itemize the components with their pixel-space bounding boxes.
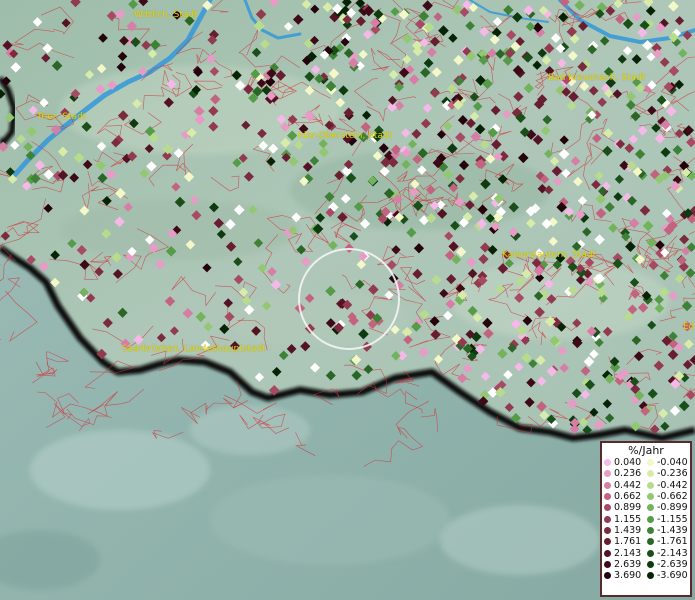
- legend: %/Jahr 0.040 0.236 0.442 0.662 0.899 1.155 1.4…: [600, 441, 692, 597]
- legend-value: 0.040: [614, 457, 642, 469]
- legend-value: -0.040: [657, 457, 688, 469]
- legend-row: 1.439: [604, 525, 647, 536]
- legend-row: -0.899: [647, 502, 690, 513]
- legend-swatch-icon: [604, 526, 611, 534]
- legend-value: -0.662: [657, 491, 688, 503]
- legend-row: -3.690: [647, 570, 690, 581]
- legend-swatch-icon: [647, 526, 654, 534]
- legend-swatch-icon: [647, 493, 654, 501]
- legend-row: 2.639: [604, 559, 647, 570]
- legend-value: -1.439: [657, 524, 688, 536]
- city-label-idar-oberstein: Idar-Oberstein, Stadt: [298, 131, 393, 141]
- legend-swatch-icon: [604, 481, 611, 489]
- legend-value: 1.155: [614, 513, 642, 525]
- legend-swatch-icon: [604, 538, 611, 546]
- legend-row: 3.690: [604, 570, 647, 581]
- city-label-trier: Trier, Stadt: [37, 112, 87, 122]
- legend-swatch-icon: [647, 470, 654, 478]
- legend-value: -3.690: [657, 570, 688, 582]
- legend-row: 0.899: [604, 502, 647, 513]
- legend-swatch-icon: [647, 538, 654, 546]
- legend-row: -1.439: [647, 525, 690, 536]
- legend-row: -1.155: [647, 513, 690, 525]
- legend-row: 0.236: [604, 468, 647, 479]
- legend-row: 2.143: [604, 547, 647, 559]
- legend-positive-column: 0.040 0.236 0.442 0.662 0.899 1.155 1.439 1.761…: [604, 457, 647, 581]
- legend-value: 0.236: [614, 468, 642, 480]
- legend-value: -0.899: [657, 502, 688, 514]
- legend-row: -0.662: [647, 491, 690, 502]
- legend-swatch-icon: [647, 504, 654, 512]
- legend-swatch-icon: [604, 560, 611, 568]
- legend-value: -0.236: [657, 468, 688, 480]
- legend-swatch-icon: [647, 549, 654, 557]
- city-label-kaiserslautern: Kaiserslautern, Stadt: [502, 250, 597, 260]
- city-label-wittlich: Wittlich, Stadt: [134, 10, 198, 20]
- legend-value: 3.690: [614, 570, 642, 582]
- legend-swatch-icon: [604, 549, 611, 557]
- legend-swatch-icon: [647, 481, 654, 489]
- legend-row: 0.442: [604, 480, 647, 491]
- legend-swatch-icon: [604, 515, 611, 523]
- city-label-ed: Ed: [683, 322, 695, 332]
- legend-swatch-icon: [604, 470, 611, 478]
- legend-row: -2.639: [647, 559, 690, 570]
- map-canvas[interactable]: [0, 0, 695, 600]
- legend-row: -0.442: [647, 480, 690, 491]
- legend-swatch-icon: [647, 459, 654, 467]
- legend-value: 2.639: [614, 558, 642, 570]
- legend-swatch-icon: [647, 560, 654, 568]
- legend-row: 1.761: [604, 536, 647, 547]
- legend-value: 0.662: [614, 491, 642, 503]
- legend-value: -2.143: [657, 547, 688, 559]
- legend-value: 0.442: [614, 479, 642, 491]
- city-label-saarbruecken: Saarbrücken, Landeshauptstadt: [122, 344, 266, 354]
- legend-title: %/Jahr: [628, 444, 664, 457]
- legend-value: 2.143: [614, 547, 642, 559]
- city-label-bad-kreuznach: Bad Kreuznach, Stadt: [548, 73, 646, 83]
- legend-value: -1.155: [657, 513, 688, 525]
- legend-row: -2.143: [647, 547, 690, 559]
- legend-value: -1.761: [657, 536, 688, 548]
- legend-row: -1.761: [647, 536, 690, 547]
- legend-swatch-icon: [604, 459, 611, 467]
- legend-value: 1.761: [614, 536, 642, 548]
- legend-value: 1.439: [614, 524, 642, 536]
- legend-row: -0.236: [647, 468, 690, 479]
- legend-swatch-icon: [604, 572, 611, 580]
- legend-value: -2.639: [657, 558, 688, 570]
- legend-value: -0.442: [657, 479, 688, 491]
- legend-swatch-icon: [604, 493, 611, 501]
- legend-row: -0.040: [647, 457, 690, 468]
- legend-value: 0.899: [614, 502, 642, 514]
- legend-swatch-icon: [604, 504, 611, 512]
- legend-row: 1.155: [604, 513, 647, 525]
- legend-row: 0.662: [604, 491, 647, 502]
- legend-swatch-icon: [647, 572, 654, 580]
- legend-swatch-icon: [647, 515, 654, 523]
- legend-negative-column: -0.040 -0.236 -0.442 -0.662 -0.899 -1.155 -1.4…: [647, 457, 690, 581]
- legend-row: 0.040: [604, 457, 647, 468]
